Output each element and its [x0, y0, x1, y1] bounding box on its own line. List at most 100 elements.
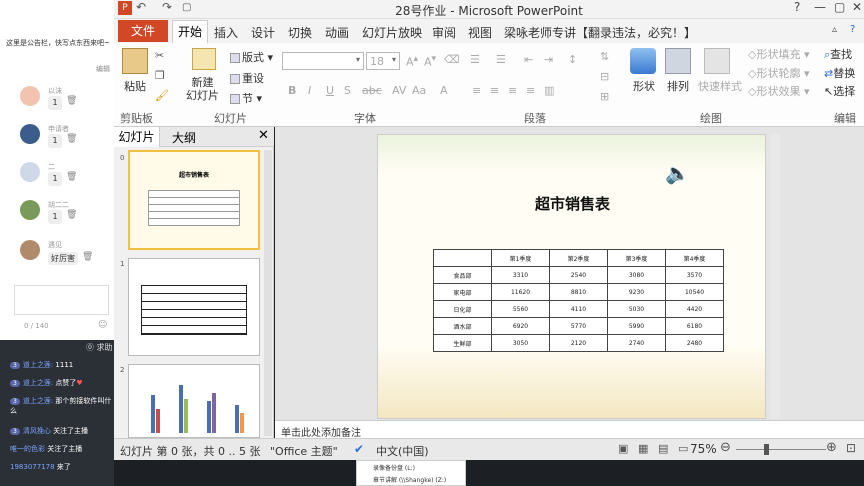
table-cell[interactable]: 2740 [607, 334, 666, 352]
font-name-select[interactable]: ▾ [282, 52, 364, 70]
table-cell[interactable]: 家电部 [433, 283, 492, 301]
shapes-icon[interactable] [630, 48, 656, 74]
align-center-icon[interactable]: ≡ [490, 84, 499, 97]
quick-styles-button[interactable]: 快速样式 [698, 78, 742, 94]
trash-icon[interactable]: 🗑 [66, 210, 77, 220]
slide-sorter-icon[interactable]: ▦ [638, 442, 648, 455]
layout-button[interactable]: 版式 ▾ [230, 49, 273, 65]
reset-button[interactable]: 重设 [230, 70, 264, 86]
table-cell[interactable]: 6180 [665, 317, 724, 335]
table-cell[interactable]: 2480 [665, 334, 724, 352]
fit-window-icon[interactable]: ⊡ [846, 441, 856, 455]
table-cell[interactable]: 4420 [665, 300, 724, 318]
select-button[interactable]: ↖选择 [824, 83, 855, 99]
avatar[interactable] [20, 124, 40, 144]
replace-button[interactable]: ⇄替换 [824, 65, 855, 81]
shapes-button[interactable]: 形状 [633, 78, 655, 94]
table-cell[interactable]: 5030 [607, 300, 666, 318]
table-cell[interactable]: 日化部 [433, 300, 492, 318]
tab-slideshow[interactable]: 幻灯片放映 [362, 24, 422, 41]
slide-canvas[interactable]: 🔈 超市销售表 第1季度 第2季度 第3季度 第4季度 食品部 3310 2540 3080 3… [377, 134, 766, 419]
new-slide-button[interactable]: 新建 幻灯片 [186, 76, 219, 102]
reading-view-icon[interactable]: ▤ [658, 442, 668, 455]
smartart-icon[interactable]: ⊞ [600, 90, 609, 103]
avatar[interactable] [20, 86, 40, 106]
slide-thumbnail[interactable]: 超市销售表 [128, 150, 260, 250]
slide-thumbnail[interactable] [128, 258, 260, 356]
speaker-icon[interactable]: 🔈 [665, 161, 690, 185]
edit-link[interactable]: 编辑 [96, 64, 110, 74]
table-cell[interactable]: 10540 [665, 283, 724, 301]
shape-outline-button[interactable]: ◇形状轮廓 ▾ [748, 65, 810, 81]
clipboard-icon[interactable] [122, 48, 148, 74]
table-cell[interactable]: 5770 [549, 317, 608, 335]
ribbon-collapse-icon[interactable]: ▵ [832, 24, 837, 35]
emoji-icon[interactable]: ☺ [98, 320, 107, 330]
table-cell[interactable]: 5990 [607, 317, 666, 335]
numbering-icon[interactable]: ☰ [496, 53, 506, 66]
main-scrollbar[interactable] [770, 134, 780, 419]
strikethrough-icon[interactable]: abc [362, 84, 382, 97]
tab-design[interactable]: 设计 [251, 24, 275, 41]
char-spacing-icon[interactable]: AV [392, 84, 406, 97]
tab-file[interactable]: 文件 [118, 20, 168, 42]
text-direction-icon[interactable]: ⇅ [600, 50, 609, 63]
bold-icon[interactable]: B [288, 84, 296, 97]
help-button[interactable]: ⓪ 求助 [86, 342, 113, 353]
table-cell[interactable]: 5560 [491, 300, 550, 318]
sales-table[interactable]: 第1季度 第2季度 第3季度 第4季度 食品部 3310 2540 3080 3570 家电部 11… [433, 249, 724, 352]
table-cell[interactable]: 2540 [549, 266, 608, 284]
shape-effects-button[interactable]: ◇形状效果 ▾ [748, 83, 810, 99]
spellcheck-icon[interactable]: ✔ [354, 442, 364, 456]
table-cell[interactable]: 3310 [491, 266, 550, 284]
shadow-icon[interactable]: S [344, 84, 351, 97]
table-cell[interactable]: 3570 [665, 266, 724, 284]
table-cell[interactable] [433, 249, 492, 267]
table-cell[interactable]: 第4季度 [665, 249, 724, 267]
trash-icon[interactable]: 🗑 [66, 172, 77, 182]
increase-indent-icon[interactable]: ⇥ [544, 53, 553, 66]
help-icon[interactable]: ? [850, 24, 855, 35]
font-size-select[interactable]: 18 ▾ [366, 52, 400, 70]
tab-slides[interactable]: 幻灯片 [114, 127, 160, 147]
quick-styles-icon[interactable] [704, 48, 730, 74]
thumbnail-scrollbar[interactable] [264, 150, 272, 436]
slide-title[interactable]: 超市销售表 [378, 193, 765, 214]
find-button[interactable]: ⌕查找 [824, 46, 852, 62]
tab-outline[interactable]: 大纲 [172, 129, 196, 146]
arrange-icon[interactable] [665, 48, 691, 74]
slide-thumbnail[interactable] [128, 364, 260, 438]
paste-button[interactable]: 粘贴 [124, 78, 146, 94]
table-cell[interactable]: 第2季度 [549, 249, 608, 267]
change-case-icon[interactable]: Aa [412, 84, 426, 97]
font-color-icon[interactable]: A [440, 84, 448, 97]
restore-icon[interactable]: ▢ [834, 0, 845, 14]
zoom-out-icon[interactable]: ⊖ [720, 440, 731, 455]
tab-custom[interactable]: 梁咏老师专讲【翻录违法，必究！】 [504, 24, 696, 41]
new-slide-icon[interactable] [192, 48, 216, 70]
format-painter-icon[interactable]: 🖌 [155, 89, 169, 102]
minimize-icon[interactable]: — [814, 0, 826, 14]
table-cell[interactable]: 3080 [607, 266, 666, 284]
align-left-icon[interactable]: ≡ [472, 84, 481, 97]
shape-fill-button[interactable]: ◇形状填充 ▾ [748, 46, 810, 62]
table-cell[interactable]: 3050 [491, 334, 550, 352]
trash-icon[interactable]: 🗑 [66, 96, 77, 106]
cut-icon[interactable]: ✂ [155, 49, 164, 62]
tab-transitions[interactable]: 切换 [288, 24, 312, 41]
align-right-icon[interactable]: ≡ [508, 84, 517, 97]
table-cell[interactable]: 9230 [607, 283, 666, 301]
chat-input[interactable] [14, 285, 109, 315]
table-cell[interactable]: 第1季度 [491, 249, 550, 267]
decrease-indent-icon[interactable]: ⇤ [524, 53, 533, 66]
table-cell[interactable]: 6920 [491, 317, 550, 335]
shrink-font-icon[interactable]: A▾ [424, 53, 436, 69]
taskbar-item[interactable]: 章节讲解 (\\Shangke) (Z:) [373, 475, 446, 484]
close-pane-icon[interactable]: ✕ [258, 128, 269, 143]
columns-icon[interactable]: ▥ [544, 84, 554, 97]
justify-icon[interactable]: ≡ [526, 84, 535, 97]
avatar[interactable] [20, 200, 40, 220]
table-cell[interactable]: 11620 [491, 283, 550, 301]
copy-icon[interactable]: ❐ [155, 69, 165, 82]
zoom-slider[interactable] [736, 449, 826, 450]
